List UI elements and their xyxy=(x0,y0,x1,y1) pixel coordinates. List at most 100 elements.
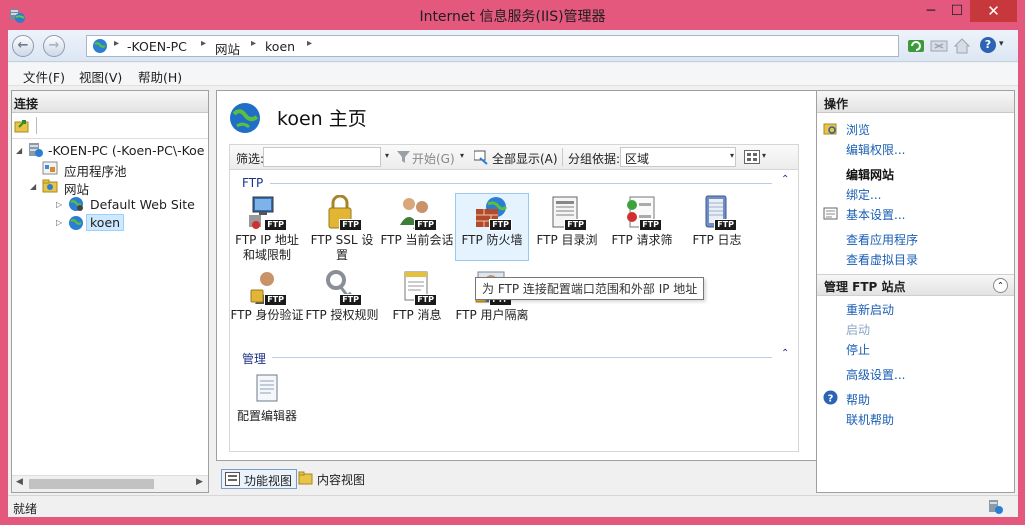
action-online-help[interactable]: 联机帮助 xyxy=(846,411,894,428)
feature-ftp-logging[interactable]: FTP FTP 日志 xyxy=(680,195,754,248)
action-view-applications[interactable]: 查看应用程序 xyxy=(846,231,918,248)
globe-icon xyxy=(69,216,83,230)
ssl-lock-icon: FTP xyxy=(322,194,362,231)
tree-toggle[interactable]: ◢ xyxy=(30,182,36,191)
help-icon: ? xyxy=(823,390,838,405)
action-advanced-settings[interactable]: 高级设置... xyxy=(846,366,905,383)
authorization-key-icon: FTP xyxy=(322,270,362,306)
feature-label: FTP 日志 xyxy=(692,233,742,247)
breadcrumb-separator[interactable]: ▸ xyxy=(307,38,312,49)
tree-toggle[interactable]: ▷ xyxy=(56,200,62,209)
breadcrumb-item-sites[interactable]: 网站 xyxy=(215,39,240,58)
title-bar[interactable]: Internet 信息服务(IIS)管理器 ─ ☐ ✕ xyxy=(0,0,1025,30)
stop-icon[interactable] xyxy=(930,37,948,55)
filter-input[interactable] xyxy=(263,147,381,167)
action-bindings[interactable]: 绑定... xyxy=(846,186,881,203)
forward-button[interactable]: → xyxy=(43,35,65,57)
tree-label-server[interactable]: -KOEN-PC (-Koen-PC\-Koe xyxy=(48,143,205,158)
tree-label-koen[interactable]: koen xyxy=(86,214,125,231)
action-restart[interactable]: 重新启动 xyxy=(846,301,894,318)
directory-browsing-icon: FTP xyxy=(547,195,587,231)
group-header-ftp[interactable]: FTP xyxy=(242,176,263,190)
menu-file[interactable]: 文件(F) xyxy=(23,67,65,86)
chevron-down-icon[interactable]: ▾ xyxy=(730,151,734,160)
scroll-right-arrow[interactable]: ▶ xyxy=(196,477,203,487)
feature-label: FTP 授权规则 xyxy=(305,308,379,322)
tree-toggle[interactable]: ◢ xyxy=(16,146,22,155)
filter-funnel-icon[interactable] xyxy=(397,151,410,163)
scroll-left-arrow[interactable]: ◀ xyxy=(16,477,23,487)
collapse-icon[interactable]: ⌃ xyxy=(781,348,789,359)
group-header-management[interactable]: 管理 xyxy=(242,350,266,367)
breadcrumb-item-server[interactable]: -KOEN-PC xyxy=(127,39,187,54)
view-mode-icon[interactable] xyxy=(744,150,760,164)
page-title: koen 主页 xyxy=(277,108,367,130)
chevron-down-icon[interactable]: ▾ xyxy=(999,39,1004,49)
feature-label: 配置编辑器 xyxy=(236,409,297,423)
feature-ftp-authorization-rules[interactable]: FTP FTP 授权规则 xyxy=(305,270,379,323)
breadcrumb[interactable]: ▸ -KOEN-PC ▸ 网站 ▸ koen ▸ xyxy=(86,35,899,57)
minimize-button[interactable]: ─ xyxy=(918,0,944,22)
refresh-icon[interactable] xyxy=(907,37,925,55)
status-bar: 就绪 xyxy=(8,495,1018,517)
action-start[interactable]: 启动 xyxy=(846,321,870,338)
menu-bar: 文件(F) 视图(V) 帮助(H) xyxy=(8,63,1018,86)
breadcrumb-separator[interactable]: ▸ xyxy=(201,38,206,49)
breadcrumb-item-koen[interactable]: koen xyxy=(265,39,295,54)
feature-label: FTP 请求筛 xyxy=(611,233,673,247)
connections-header: 连接 xyxy=(12,91,208,113)
feature-ftp-messages[interactable]: FTP FTP 消息 xyxy=(380,270,454,323)
show-all-button[interactable]: 全部显示(A) xyxy=(492,150,558,167)
section-manage-ftp-site[interactable]: 管理 FTP 站点 ⌃ xyxy=(817,274,1014,296)
feature-configuration-editor[interactable]: 配置编辑器 xyxy=(230,371,304,424)
action-view-virtual-directories[interactable]: 查看虚拟目录 xyxy=(846,251,918,268)
breadcrumb-separator[interactable]: ▸ xyxy=(114,38,119,49)
action-basic-settings[interactable]: 基本设置... xyxy=(846,206,905,223)
collapse-icon[interactable]: ⌃ xyxy=(993,278,1008,293)
horizontal-scrollbar[interactable]: ◀ ▶ xyxy=(12,475,208,492)
feature-ftp-ip-restrictions[interactable]: FTP FTP IP 地址和域限制 xyxy=(230,195,304,263)
menu-help[interactable]: 帮助(H) xyxy=(138,67,182,86)
action-help[interactable]: 帮助 xyxy=(846,391,870,408)
ftp-badge: FTP xyxy=(564,219,587,231)
tab-features-view[interactable]: 功能视图 xyxy=(221,469,298,489)
chevron-down-icon[interactable]: ▾ xyxy=(460,151,464,160)
action-stop[interactable]: 停止 xyxy=(846,341,870,358)
home-icon[interactable] xyxy=(953,37,971,55)
sites-folder-icon xyxy=(42,179,58,193)
scrollbar-thumb[interactable] xyxy=(29,479,154,489)
group-by-select[interactable]: 区域 xyxy=(620,147,736,167)
settings-icon xyxy=(823,207,838,220)
feature-ftp-ssl-settings[interactable]: FTP FTP SSL 设置 xyxy=(305,194,379,263)
feature-ftp-directory-browsing[interactable]: FTP FTP 目录浏 xyxy=(530,195,604,248)
close-button[interactable]: ✕ xyxy=(970,0,1017,22)
show-all-icon[interactable] xyxy=(474,150,489,165)
feature-label: FTP SSL 设置 xyxy=(310,233,374,262)
feature-ftp-authentication[interactable]: FTP FTP 身份验证 xyxy=(230,270,304,323)
address-bar: ← → ▸ -KOEN-PC ▸ 网站 ▸ koen ▸ ? ▾ xyxy=(8,30,1018,62)
action-explore[interactable]: 浏览 xyxy=(846,121,870,138)
feature-label: FTP 目录浏 xyxy=(536,233,598,247)
menu-view[interactable]: 视图(V) xyxy=(79,67,122,86)
back-button[interactable]: ← xyxy=(12,35,34,57)
chevron-down-icon[interactable]: ▾ xyxy=(762,151,766,160)
maximize-button[interactable]: ☐ xyxy=(944,0,970,22)
tree-label-default-web-site[interactable]: Default Web Site xyxy=(90,197,195,212)
feature-ftp-request-filtering[interactable]: FTP FTP 请求筛 xyxy=(605,195,679,248)
start-filter-button[interactable]: 开始(G) xyxy=(412,150,455,167)
tree-label-app-pools[interactable]: 应用程序池 xyxy=(64,161,127,180)
help-menu-button[interactable]: ? xyxy=(980,37,996,53)
feature-ftp-current-sessions[interactable]: FTP FTP 当前会话 xyxy=(380,195,454,248)
tree-toggle[interactable]: ▷ xyxy=(56,218,62,227)
toolbar-divider xyxy=(36,117,37,134)
feature-label: FTP 防火墙 xyxy=(461,233,523,247)
group-by-label: 分组依据: xyxy=(568,152,621,166)
connect-icon[interactable] xyxy=(14,118,30,134)
feature-ftp-firewall[interactable]: FTP FTP 防火墙 xyxy=(455,193,529,261)
chevron-down-icon[interactable]: ▾ xyxy=(385,151,389,160)
svg-text:?: ? xyxy=(828,394,834,405)
collapse-icon[interactable]: ⌃ xyxy=(781,174,789,185)
breadcrumb-separator[interactable]: ▸ xyxy=(251,38,256,49)
tab-content-view[interactable]: 内容视图 xyxy=(295,469,369,489)
action-edit-permissions[interactable]: 编辑权限... xyxy=(846,141,905,158)
